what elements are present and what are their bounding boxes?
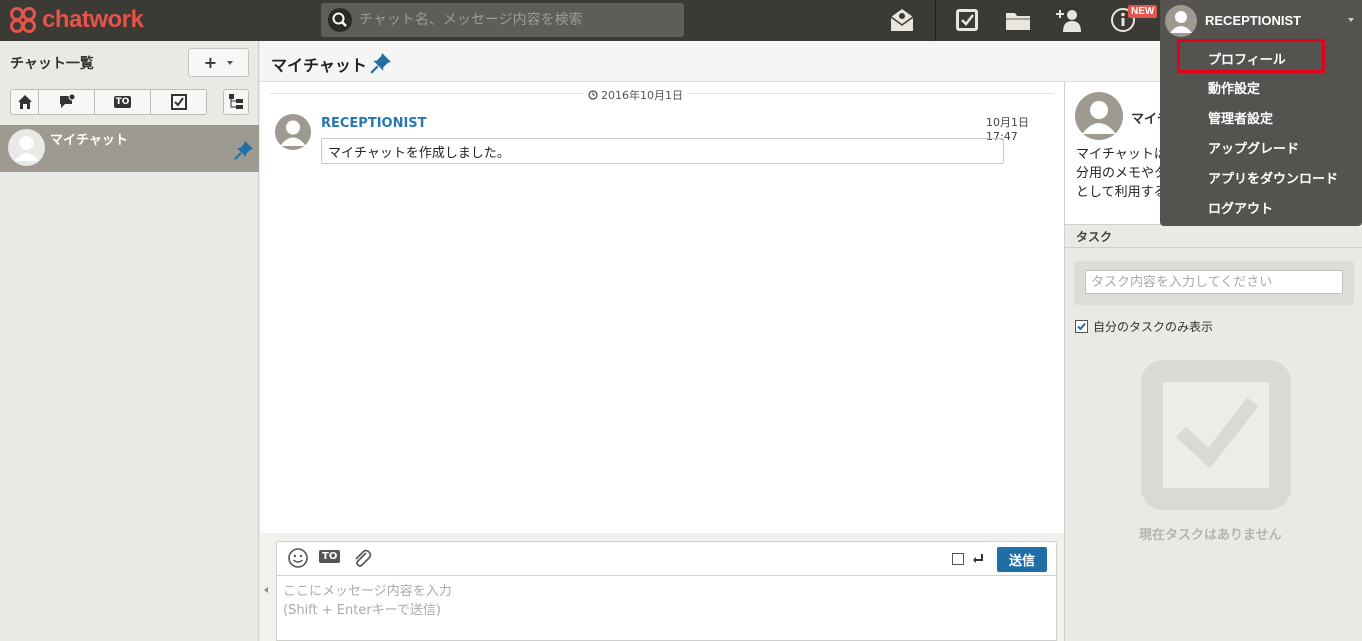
search-icon [328, 8, 352, 32]
my-tasks-label: 自分のタスクのみ表示 [1093, 320, 1214, 334]
composer-toolbar: TO 送信 [276, 541, 1057, 576]
menu-item-upgrade[interactable]: アップグレード [1208, 138, 1299, 157]
to-button[interactable]: TO [319, 550, 341, 563]
send-button[interactable]: 送信 [997, 547, 1047, 572]
toolbar-divider [935, 0, 936, 41]
description-line: マイチャットは [1076, 147, 1166, 162]
page-title: マイチャット [271, 56, 367, 75]
description-line: として利用する [1076, 185, 1166, 200]
message-input[interactable]: ここにメッセージ内容を入力 (Shift + Enterキーで送信) [276, 576, 1057, 641]
message-placeholder-line1: ここにメッセージ内容を入力 [283, 584, 452, 599]
chat-filter-bar: TO [10, 89, 207, 115]
user-menu-toggle[interactable]: RECEPTIONIST [1160, 0, 1362, 41]
filter-task-button[interactable] [151, 90, 206, 114]
home-icon [17, 95, 32, 109]
highlight-box [1177, 39, 1325, 73]
task-heading: タスク [1076, 230, 1113, 244]
message-placeholder-line2: (Shift + Enterキーで送信) [283, 603, 441, 618]
chat-main: マイチャット 2016年10月1日 RECEPTIONIST 10月1日 17:… [260, 41, 1362, 641]
list-item[interactable]: マイチャット [0, 125, 259, 172]
to-icon: TO [113, 96, 132, 108]
collapse-arrow-icon[interactable] [264, 587, 268, 593]
add-chat-button[interactable]: + [188, 48, 249, 77]
room-description-text: マイチャットは 分用のメモやタ として利用する [1076, 145, 1166, 202]
emoji-icon[interactable] [287, 547, 309, 569]
empty-task-icon [1141, 360, 1291, 510]
description-line: 分用のメモやタ [1076, 166, 1166, 181]
attachment-icon[interactable] [351, 547, 373, 569]
menu-item-logout[interactable]: ログアウト [1208, 198, 1273, 217]
chatwork-logo-icon [10, 7, 36, 33]
sidebar-title: チャット一覧 [10, 56, 94, 72]
brand-name: chatwork [42, 6, 144, 33]
clock-icon [588, 90, 598, 100]
top-bar: chatwork NEW RECEPTIONIST [0, 0, 1362, 41]
filter-all-button[interactable] [11, 90, 39, 114]
chevron-down-icon [227, 60, 234, 65]
new-badge: NEW [1128, 5, 1158, 18]
contact-inbox-icon[interactable] [887, 6, 917, 34]
folder-icon[interactable] [1003, 6, 1033, 34]
my-tasks-filter[interactable]: 自分のタスクのみ表示 [1075, 318, 1213, 335]
chat-list-sidebar: チャット一覧 + TO マイチャット [0, 41, 259, 641]
checkbox-checked-icon[interactable] [1075, 320, 1088, 333]
message-body: マイチャットを作成しました。 [321, 138, 1004, 164]
category-tree-button[interactable] [223, 89, 249, 115]
avatar [1165, 4, 1197, 37]
avatar [1075, 92, 1123, 140]
pin-icon[interactable] [370, 52, 392, 74]
unread-icon [59, 94, 75, 108]
task-icon [170, 94, 187, 110]
task-input[interactable] [1085, 270, 1343, 294]
avatar [8, 129, 45, 166]
menu-item-admin[interactable]: 管理者設定 [1208, 108, 1273, 127]
filter-unread-button[interactable] [39, 90, 95, 114]
menu-item-download-app[interactable]: アプリをダウンロード [1208, 168, 1338, 187]
enter-send-checkbox[interactable] [952, 553, 964, 565]
divider [1065, 247, 1362, 248]
plus-icon: + [203, 53, 218, 72]
menu-item-settings[interactable]: 動作設定 [1208, 78, 1260, 97]
search-box[interactable] [321, 3, 684, 37]
date-label: 2016年10月1日 [584, 87, 687, 103]
filter-to-button[interactable]: TO [95, 90, 151, 114]
enter-key-icon [973, 554, 983, 563]
empty-task-message: 現在タスクはありません [1139, 528, 1282, 543]
chatwork-logo[interactable]: chatwork [8, 4, 144, 36]
task-icon[interactable] [952, 6, 982, 34]
chevron-down-icon [1348, 18, 1354, 22]
task-input-container [1074, 261, 1354, 305]
date-text: 2016年10月1日 [601, 89, 683, 102]
user-name: RECEPTIONIST [1205, 13, 1302, 28]
tree-icon [229, 94, 243, 109]
pin-icon[interactable] [234, 140, 254, 160]
add-contact-icon[interactable] [1054, 6, 1084, 34]
avatar[interactable] [275, 114, 311, 150]
room-name: マイチャット [50, 133, 128, 148]
search-input[interactable] [359, 12, 679, 28]
message-author[interactable]: RECEPTIONIST [321, 116, 427, 131]
